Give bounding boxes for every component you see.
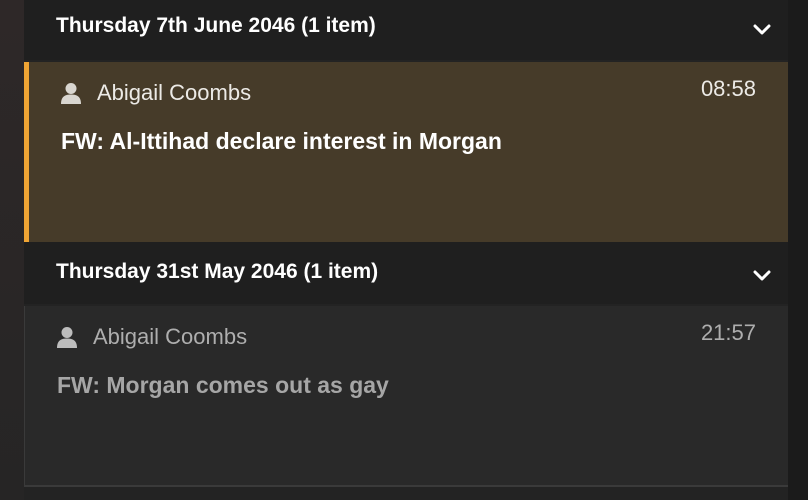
- inbox-list: Thursday 7th June 2046 (1 item) Abigail …: [24, 0, 788, 500]
- date-group-title: Thursday 31st May 2046 (1 item): [56, 260, 379, 283]
- scrollbar-track[interactable]: [788, 0, 808, 500]
- left-gutter: [0, 0, 24, 500]
- sender-row: Abigail Coombs: [61, 78, 251, 108]
- sender-name: Abigail Coombs: [97, 80, 252, 105]
- sender-row: Abigail Coombs: [57, 322, 247, 352]
- chevron-down-icon[interactable]: [752, 23, 772, 37]
- message-time: 08:58: [700, 76, 756, 101]
- message-subject: FW: Al-Ittihad declare interest in Morga…: [61, 128, 502, 154]
- date-group-title: Thursday 7th June 2046 (1 item): [56, 14, 376, 37]
- user-icon: [57, 327, 77, 348]
- sender-name: Abigail Coombs: [93, 324, 248, 349]
- message-time: 21:57: [700, 320, 756, 345]
- date-group-header[interactable]: Thursday 7th June 2046 (1 item): [24, 0, 788, 60]
- message-subject: FW: Morgan comes out as gay: [57, 372, 389, 398]
- date-group-header[interactable]: Thursday 31st May 2046 (1 item): [24, 242, 788, 304]
- user-icon: [61, 83, 81, 104]
- chevron-down-icon[interactable]: [752, 269, 772, 283]
- message-item[interactable]: Abigail Coombs 21:57 FW: Morgan comes ou…: [24, 306, 788, 487]
- message-item[interactable]: Abigail Coombs 08:58 FW: Al-Ittihad decl…: [24, 62, 788, 242]
